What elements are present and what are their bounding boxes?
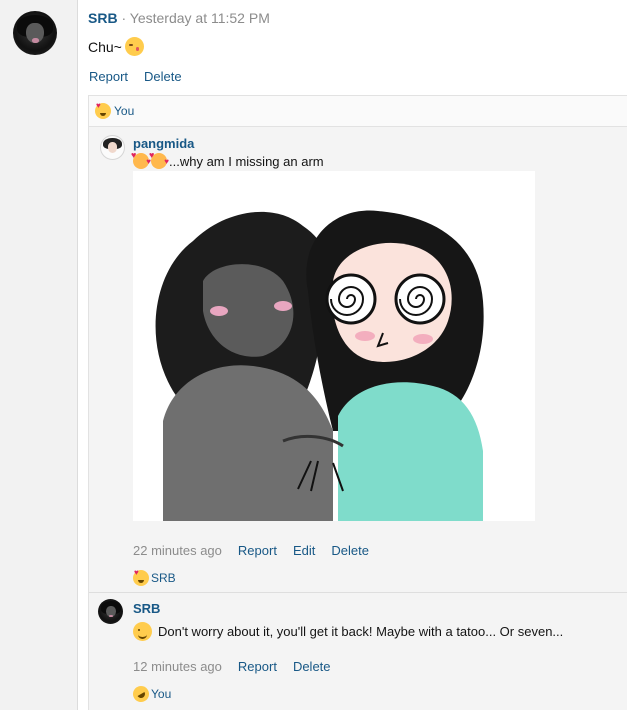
report-button[interactable]: Report <box>238 659 277 674</box>
comment-reactions: SRB <box>133 568 176 586</box>
winking-face-emoji <box>133 622 152 641</box>
post-time[interactable]: Yesterday at 11:52 PM <box>130 10 270 26</box>
avatar[interactable] <box>13 11 57 55</box>
comment-avatar[interactable] <box>98 599 123 624</box>
comment: pangmida ...why am I missing an arm <box>89 127 627 592</box>
drawing-illustration <box>155 210 484 521</box>
edit-button[interactable]: Edit <box>293 543 315 558</box>
reaction-user[interactable]: SRB <box>151 571 176 585</box>
delete-button[interactable]: Delete <box>144 69 182 84</box>
heart-eyes-emoji <box>133 568 149 586</box>
post-actions: Report Delete <box>89 69 182 84</box>
smiling-hearts-emoji <box>149 150 169 169</box>
smiling-hearts-emoji <box>131 150 151 169</box>
post-author[interactable]: SRB <box>88 10 118 26</box>
comment-reactions: You <box>130 683 171 705</box>
rolling-laughing-emoji <box>130 683 152 705</box>
comments-list: pangmida ...why am I missing an arm <box>88 127 627 710</box>
comment-avatar[interactable] <box>100 135 125 160</box>
comment-author[interactable]: pangmida <box>133 136 194 151</box>
comment-time[interactable]: 12 minutes ago <box>133 659 222 674</box>
post-text: Chu~ <box>88 38 122 55</box>
reaction-user[interactable]: You <box>151 687 171 701</box>
comment-attachment-image[interactable] <box>133 171 535 521</box>
comment-author[interactable]: SRB <box>133 601 160 616</box>
comment-actions: 22 minutes ago Report Edit Delete <box>133 543 369 558</box>
comment-body: ...why am I missing an arm <box>169 153 324 169</box>
comment-body: Don't worry about it, you'll get it back… <box>158 624 564 639</box>
comment-time[interactable]: 22 minutes ago <box>133 543 222 558</box>
delete-button[interactable]: Delete <box>293 659 331 674</box>
comment-actions: 12 minutes ago Report Delete <box>133 659 331 674</box>
comment-text: ...why am I missing an arm <box>131 150 324 169</box>
reaction-user[interactable]: You <box>114 104 134 118</box>
delete-button[interactable]: Delete <box>331 543 369 558</box>
comment-text: Don't worry about it, you'll get it back… <box>133 622 563 641</box>
heart-eyes-emoji <box>95 101 111 119</box>
left-gutter <box>0 0 78 710</box>
report-button[interactable]: Report <box>238 543 277 558</box>
kissing-face-emoji <box>124 37 144 56</box>
post-header: SRB · Yesterday at 11:52 PM <box>88 10 270 26</box>
post-separator: · <box>121 10 127 26</box>
comment: SRB Don't worry about it, you'll get it … <box>89 593 627 710</box>
report-button[interactable]: Report <box>89 69 128 84</box>
post-body: Chu~ <box>88 37 144 56</box>
post-reaction-bar: You <box>88 95 627 127</box>
